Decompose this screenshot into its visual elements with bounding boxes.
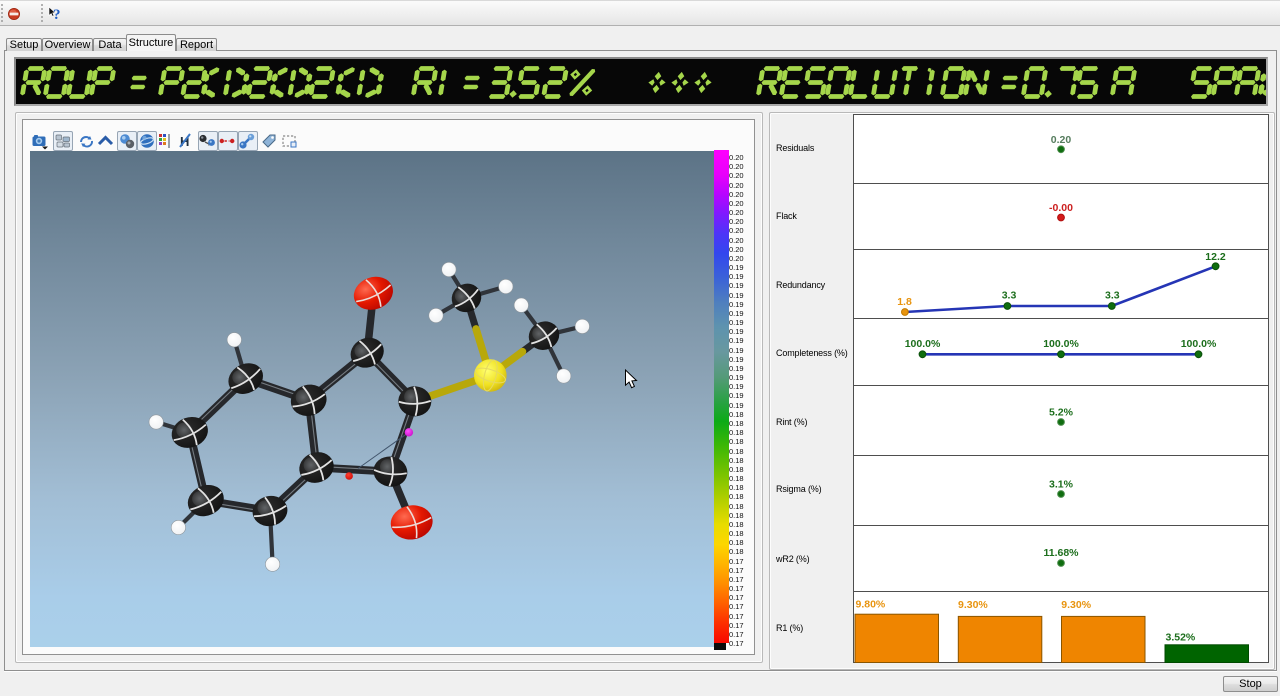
svg-text:100.0%: 100.0% bbox=[1043, 338, 1079, 350]
svg-text:100.0%: 100.0% bbox=[1181, 338, 1217, 350]
svg-text:5.2%: 5.2% bbox=[1049, 407, 1074, 419]
svg-text:3.3: 3.3 bbox=[1002, 290, 1017, 302]
svg-text:1.8: 1.8 bbox=[897, 296, 912, 308]
svg-text:3.52%: 3.52% bbox=[1166, 632, 1196, 644]
svg-text:9.30%: 9.30% bbox=[958, 599, 988, 611]
svg-text:-0.00: -0.00 bbox=[1049, 202, 1073, 214]
svg-text:9.30%: 9.30% bbox=[1061, 599, 1091, 611]
svg-text:?: ? bbox=[53, 7, 61, 23]
svg-text:11.68%: 11.68% bbox=[1043, 547, 1079, 559]
svg-text:9.80%: 9.80% bbox=[856, 599, 886, 611]
svg-text:12.2: 12.2 bbox=[1205, 251, 1226, 263]
svg-text:0.20: 0.20 bbox=[1051, 134, 1072, 146]
svg-text:3.1%: 3.1% bbox=[1049, 479, 1074, 491]
svg-text:100.0%: 100.0% bbox=[905, 338, 941, 350]
svg-text:3.3: 3.3 bbox=[1105, 290, 1120, 302]
